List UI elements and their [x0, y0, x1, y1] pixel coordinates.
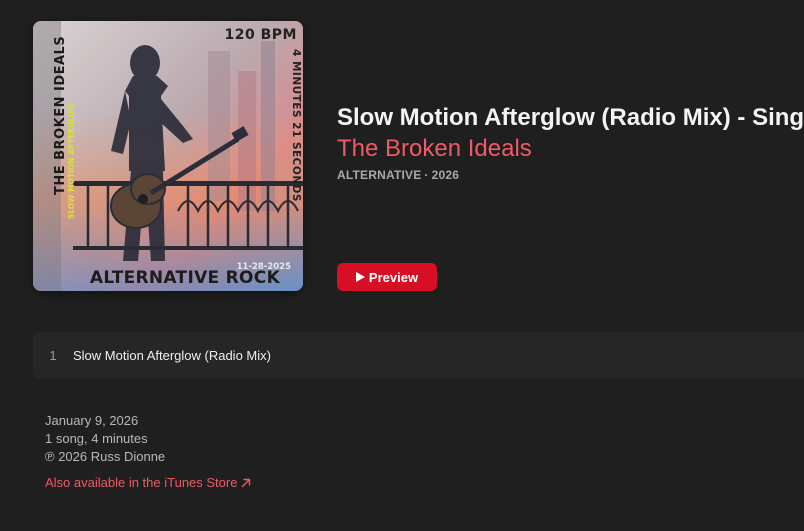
album-summary: 1 song, 4 minutes: [45, 431, 148, 446]
track-number: 1: [49, 347, 57, 363]
album-title: Slow Motion Afterglow (Radio Mix) - Sing…: [337, 104, 804, 131]
album-artwork[interactable]: 120 BPM THE BROKEN IDEALS SLOW MOTION AF…: [33, 21, 303, 291]
artwork-song-text: SLOW MOTION AFTERGLOW: [67, 102, 76, 219]
meta-separator: ·: [424, 168, 429, 182]
artwork-bpm-text: 120 BPM: [224, 27, 297, 43]
album-footer: January 9, 2026 1 song, 4 minutes ℗ 2026…: [45, 412, 165, 466]
artwork-genre-text: ALTERNATIVE ROCK: [89, 268, 281, 288]
external-arrow-icon: [242, 478, 251, 487]
album-meta: ALTERNATIVE · 2026: [337, 168, 459, 182]
track-title: Slow Motion Afterglow (Radio Mix): [73, 347, 271, 363]
track-row[interactable]: 1 Slow Motion Afterglow (Radio Mix): [33, 332, 804, 378]
release-date: January 9, 2026: [45, 413, 139, 428]
preview-button-label: Preview: [368, 269, 419, 285]
play-icon: [355, 272, 365, 282]
artwork-duration-text: 4 MINUTES 21 SECONDS: [290, 49, 302, 202]
itunes-store-link-label: Also available in the iTunes Store: [45, 475, 238, 490]
album-page: 120 BPM THE BROKEN IDEALS SLOW MOTION AF…: [0, 0, 804, 531]
year-label: 2026: [431, 168, 460, 182]
artist-link[interactable]: The Broken Ideals: [337, 135, 532, 163]
itunes-store-link[interactable]: Also available in the iTunes Store: [45, 475, 252, 490]
preview-button[interactable]: Preview: [337, 263, 437, 291]
copyright: ℗ 2026 Russ Dionne: [45, 449, 166, 464]
genre-label: ALTERNATIVE: [337, 168, 422, 182]
